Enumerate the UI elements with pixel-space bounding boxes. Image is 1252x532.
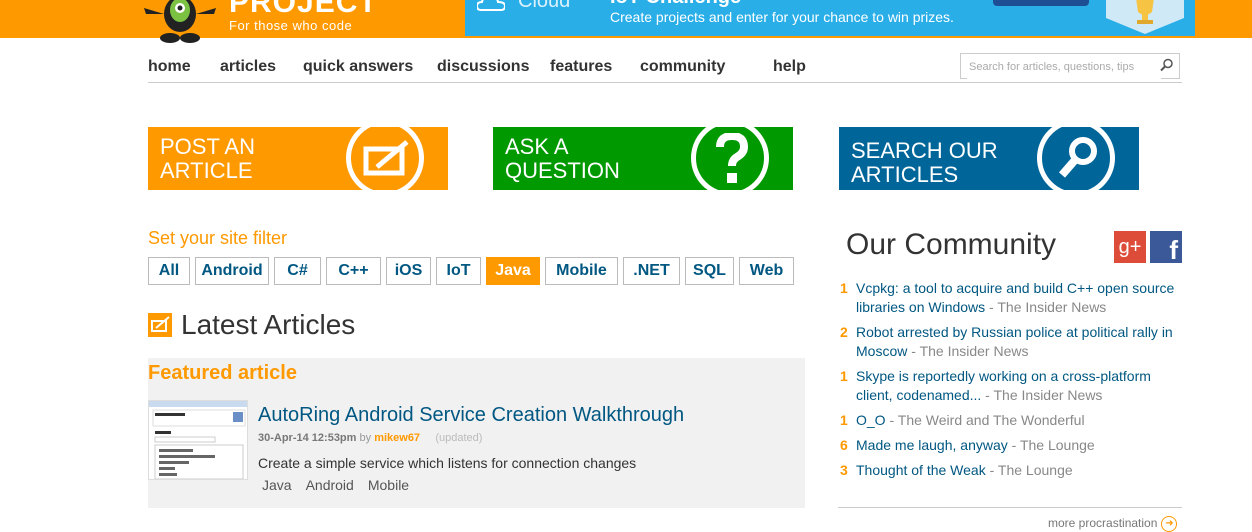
site-search bbox=[960, 53, 1180, 79]
latest-articles-icon bbox=[148, 313, 172, 337]
community-item-count: 2 bbox=[840, 324, 848, 340]
community-divider bbox=[838, 507, 1182, 508]
article-description: Create a simple service which listens fo… bbox=[258, 455, 637, 471]
post-article-button[interactable]: POST AN ARTICLE bbox=[148, 127, 448, 190]
ask-question-button[interactable]: ASK A QUESTION bbox=[493, 127, 793, 190]
community-list: 1 Vcpkg: a tool to acquire and build C++… bbox=[840, 279, 1180, 486]
community-item: 2 Robot arrested by Russian police at po… bbox=[840, 324, 1173, 359]
arrow-right-icon: ➜ bbox=[1161, 516, 1178, 532]
community-title: Our Community bbox=[846, 228, 1057, 261]
google-plus-icon[interactable]: g+ bbox=[1114, 231, 1146, 263]
article-author-link[interactable]: mikew67 bbox=[374, 432, 420, 444]
community-item-count: 1 bbox=[840, 280, 848, 296]
community-item-link[interactable]: Made me laugh, anyway bbox=[856, 437, 1008, 453]
nav-community[interactable]: community bbox=[640, 58, 725, 76]
article-tag[interactable]: Java bbox=[258, 477, 296, 493]
latest-articles-title: Latest Articles bbox=[181, 309, 356, 340]
search-articles-label: SEARCH OUR ARTICLES bbox=[851, 138, 998, 187]
search-icon[interactable] bbox=[1160, 58, 1174, 72]
banner-button[interactable] bbox=[993, 0, 1089, 6]
filter-chip-mobile[interactable]: Mobile bbox=[545, 257, 618, 285]
article-title-link[interactable]: AutoRing Android Service Creation Walkth… bbox=[258, 404, 684, 427]
filter-chip-web[interactable]: Web bbox=[739, 257, 794, 285]
community-item-count: 6 bbox=[840, 437, 848, 453]
community-item-source[interactable]: The Insider News bbox=[920, 343, 1029, 359]
community-item-count: 3 bbox=[840, 462, 848, 478]
community-item: 1 Vcpkg: a tool to acquire and build C++… bbox=[840, 280, 1175, 315]
trophy-icon bbox=[1106, 0, 1184, 34]
filter-chip-dotnet[interactable]: .NET bbox=[623, 257, 680, 285]
community-item: 1 O_O - The Weird and The Wonderful bbox=[840, 412, 1085, 428]
article-tag[interactable]: Mobile bbox=[363, 477, 414, 493]
featured-article-label: Featured article bbox=[148, 362, 297, 384]
community-item-source[interactable]: The Insider News bbox=[997, 299, 1106, 315]
filter-chip-java[interactable]: Java bbox=[486, 257, 540, 285]
article-meta: 30-Apr-14 12:53pm by mikew67 (updated) bbox=[258, 432, 482, 444]
filter-chip-csharp[interactable]: C# bbox=[274, 257, 321, 285]
logo-tagline: For those who code bbox=[229, 18, 353, 33]
article-tags: Java Android Mobile bbox=[258, 477, 414, 493]
nav-home[interactable]: home bbox=[148, 58, 191, 76]
article-date: 30-Apr-14 12:53pm bbox=[258, 432, 357, 444]
community-item-count: 1 bbox=[840, 368, 848, 384]
question-icon bbox=[716, 133, 749, 183]
nav-help[interactable]: help bbox=[773, 58, 806, 76]
nav-articles[interactable]: articles bbox=[220, 58, 276, 76]
filter-chip-ios[interactable]: iOS bbox=[386, 257, 431, 285]
screenshot-thumbnail-icon bbox=[149, 401, 247, 479]
more-procrastination-label: more procrastination bbox=[1048, 516, 1158, 531]
community-item-source[interactable]: The Lounge bbox=[998, 462, 1073, 478]
community-item: 3 Thought of the Weak - The Lounge bbox=[840, 462, 1073, 478]
filter-chip-sql[interactable]: SQL bbox=[685, 257, 734, 285]
cloud-icon bbox=[477, 0, 505, 11]
edit-icon bbox=[363, 140, 409, 176]
article-thumbnail[interactable] bbox=[148, 400, 248, 480]
community-item-source[interactable]: The Lounge bbox=[1020, 437, 1095, 453]
more-procrastination-link[interactable]: more procrastination ➜ bbox=[1048, 516, 1178, 532]
community-item-link[interactable]: O_O bbox=[856, 412, 886, 428]
magnifier-icon bbox=[1058, 137, 1097, 178]
logo-wordmark[interactable]: PROJECT bbox=[229, 0, 378, 20]
community-item-count: 1 bbox=[840, 412, 848, 428]
ask-question-label: ASK A QUESTION bbox=[505, 134, 620, 183]
article-updated: (updated) bbox=[435, 432, 483, 444]
filter-chip-iot[interactable]: IoT bbox=[436, 257, 481, 285]
site-filter-title: Set your site filter bbox=[148, 228, 288, 248]
search-articles-button[interactable]: SEARCH OUR ARTICLES bbox=[839, 127, 1139, 190]
facebook-icon[interactable]: f bbox=[1150, 231, 1182, 263]
banner-title: IoT Challenge bbox=[610, 0, 741, 9]
filter-chip-android[interactable]: Android bbox=[195, 257, 269, 285]
article-by: by bbox=[359, 432, 372, 444]
iot-challenge-banner[interactable]: Cloud IoT Challenge Create projects and … bbox=[465, 0, 1195, 36]
filter-chip-all[interactable]: All bbox=[148, 257, 190, 285]
community-item-source[interactable]: The Weird and The Wonderful bbox=[898, 412, 1085, 428]
community-item: 6 Made me laugh, anyway - The Lounge bbox=[840, 437, 1095, 453]
community-item-link[interactable]: Thought of the Weak bbox=[856, 462, 986, 478]
nav-quick-answers[interactable]: quick answers bbox=[303, 58, 413, 76]
nav-discussions[interactable]: discussions bbox=[437, 58, 529, 76]
post-article-label: POST AN ARTICLE bbox=[160, 134, 255, 183]
community-item: 1 Skype is reportedly working on a cross… bbox=[840, 368, 1151, 403]
search-input[interactable] bbox=[967, 55, 1161, 79]
featured-article-panel: Featured article AutoRing Android Servic… bbox=[148, 358, 805, 508]
banner-subtitle: Create projects and enter for your chanc… bbox=[610, 9, 954, 25]
article-tag[interactable]: Android bbox=[301, 477, 358, 493]
mascot-logo-icon[interactable] bbox=[140, 0, 220, 44]
filter-chip-cpp[interactable]: C++ bbox=[326, 257, 381, 285]
community-item-source[interactable]: The Insider News bbox=[994, 387, 1103, 403]
banner-cloud-text: Cloud bbox=[518, 0, 571, 12]
nav-features[interactable]: features bbox=[550, 58, 612, 76]
